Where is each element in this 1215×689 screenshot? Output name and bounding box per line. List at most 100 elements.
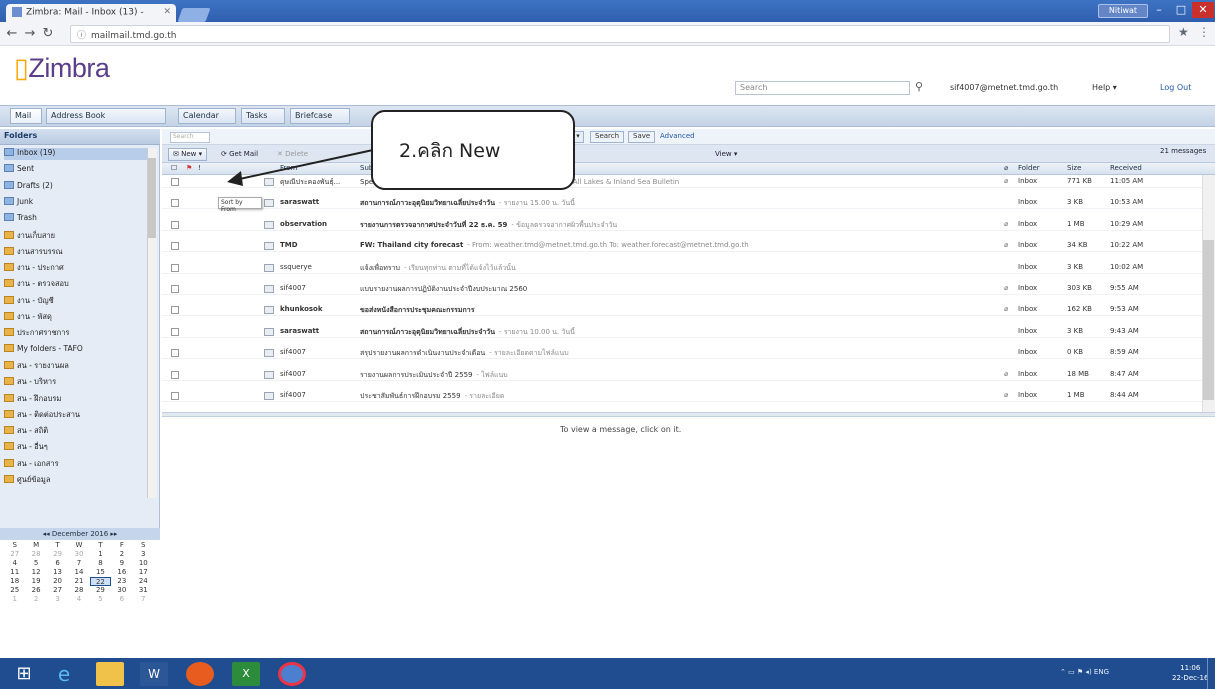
message-row[interactable]: sif4007 แบบรายงานผลการปฏิบัติงานประจำปีงบ… <box>162 283 1202 295</box>
calendar-day[interactable]: 14 <box>68 568 89 577</box>
folder-item[interactable]: ประกาศราชการ <box>4 327 152 339</box>
new-button[interactable]: ✉ New ▾ <box>168 148 208 161</box>
calendar-day[interactable]: 1 <box>4 595 25 604</box>
new-tab-button[interactable] <box>177 8 211 22</box>
calendar-day[interactable]: 6 <box>111 595 132 604</box>
calendar-day[interactable]: 19 <box>25 577 46 586</box>
folder-item[interactable]: Inbox (19) <box>4 148 152 160</box>
folder-item[interactable]: Drafts (2) <box>4 180 152 193</box>
calendar-day[interactable]: 9 <box>111 559 132 568</box>
calendar-day[interactable]: 28 <box>68 586 89 595</box>
row-checkbox[interactable] <box>171 263 179 272</box>
minimize-icon[interactable]: – <box>1148 2 1170 18</box>
priority-column-icon[interactable]: ! <box>198 164 201 172</box>
folder-item[interactable]: Sent <box>4 164 152 176</box>
window-close-icon[interactable]: ✕ <box>1192 2 1214 18</box>
browser-tab[interactable]: Zimbra: Mail - Inbox (13) - ✕ <box>6 4 176 22</box>
tab-mail[interactable]: Mail <box>10 108 42 124</box>
calendar-day[interactable]: 7 <box>68 559 89 568</box>
row-checkbox[interactable] <box>171 370 179 379</box>
folder-item[interactable]: งาน - ประกาศ <box>4 262 152 274</box>
calendar-day[interactable]: 23 <box>111 577 132 586</box>
internet-explorer-icon[interactable]: e <box>50 662 78 686</box>
row-checkbox[interactable] <box>171 242 179 251</box>
attachment-column-icon[interactable]: ⌀ <box>1004 164 1008 172</box>
calendar-day[interactable]: 3 <box>47 595 68 604</box>
browser-menu-icon[interactable]: ⋮ <box>1198 25 1210 39</box>
column-received[interactable]: Received <box>1110 164 1142 172</box>
sidebar-scroll-thumb[interactable] <box>148 158 156 238</box>
tray-arrows-icon[interactable]: ⌃ ▭ ⚑ ◂) <box>1060 668 1092 676</box>
taskbar-clock[interactable]: 11:06 22-Dec-16 <box>1172 663 1208 683</box>
calendar-day[interactable]: 4 <box>68 595 89 604</box>
chrome-icon[interactable] <box>278 662 306 686</box>
folder-item[interactable]: งานเก็บสาย <box>4 230 152 242</box>
language-indicator[interactable]: ENG <box>1094 668 1109 676</box>
row-checkbox[interactable] <box>171 327 179 336</box>
calendar-day[interactable]: 11 <box>4 568 25 577</box>
reload-icon[interactable]: ↻ <box>40 25 56 43</box>
message-row[interactable]: sif4007 สรุปรายงานผลการดำเนินงานประจำเดือ… <box>162 347 1202 360</box>
calendar-day[interactable]: 20 <box>47 577 68 586</box>
reading-pane-divider[interactable] <box>162 412 1215 417</box>
start-button-icon[interactable]: ⊞ <box>10 662 38 686</box>
calendar-day[interactable]: 28 <box>25 550 46 559</box>
save-search-button[interactable]: Save <box>628 131 656 143</box>
message-list-scroll-thumb[interactable] <box>1203 240 1214 400</box>
calendar-day[interactable]: 12 <box>25 568 46 577</box>
row-checkbox[interactable] <box>171 349 179 358</box>
media-player-icon[interactable] <box>186 662 214 686</box>
column-size[interactable]: Size <box>1067 164 1081 172</box>
calendar-day[interactable]: 27 <box>47 586 68 595</box>
folder-item[interactable]: Trash <box>4 213 152 225</box>
calendar-day[interactable]: 2 <box>111 550 132 559</box>
calendar-day[interactable]: 16 <box>111 568 132 577</box>
tab-tasks[interactable]: Tasks <box>241 108 285 124</box>
advanced-search-link[interactable]: Advanced <box>660 132 695 140</box>
message-row[interactable]: sif4007 รายงานผลการประเมินประจำปี 2559- ไ… <box>162 369 1202 381</box>
folder-item[interactable]: งานสารบรรณ <box>4 246 152 258</box>
folder-item[interactable]: งาน - ตรวจสอบ <box>4 278 152 290</box>
row-checkbox[interactable] <box>171 285 179 293</box>
view-button[interactable]: View ▾ <box>710 148 742 161</box>
calendar-day[interactable]: 25 <box>4 586 25 595</box>
address-input[interactable]: ⓘ mailmail.tmd.go.th <box>70 25 1170 43</box>
calendar-day[interactable]: 29 <box>90 586 111 595</box>
calendar-day[interactable]: 29 <box>47 550 68 559</box>
folder-item[interactable]: สน - บริหาร <box>4 376 152 388</box>
folder-item[interactable]: สน - สถิติ <box>4 425 152 437</box>
file-explorer-icon[interactable] <box>96 662 124 686</box>
browser-user-button[interactable]: Nitiwat <box>1098 4 1148 18</box>
calendar-day[interactable]: 27 <box>4 550 25 559</box>
search-button[interactable]: Search <box>590 131 625 143</box>
calendar-day[interactable]: 30 <box>68 550 89 559</box>
row-checkbox[interactable] <box>171 306 179 315</box>
folder-item[interactable]: สน - ฝึกอบรม <box>4 393 152 405</box>
column-folder[interactable]: Folder <box>1018 164 1040 172</box>
back-icon[interactable]: ← <box>4 25 20 43</box>
calendar-day[interactable]: 3 <box>133 550 154 559</box>
folders-heading[interactable]: Folders <box>0 129 160 145</box>
folder-item[interactable]: สน - เอกสาร <box>4 458 152 470</box>
flag-column-icon[interactable]: ⚑ <box>186 164 192 172</box>
logout-link[interactable]: Log Out <box>1160 83 1191 92</box>
message-row[interactable]: TMD FW: Thailand city forecast - From: wea… <box>162 240 1202 253</box>
calendar-day[interactable]: 13 <box>47 568 68 577</box>
calendar-day[interactable]: 31 <box>133 586 154 595</box>
tab-address-book[interactable]: Address Book <box>46 108 166 124</box>
calendar-day[interactable]: 18 <box>4 577 25 586</box>
help-menu[interactable]: Help ▾ <box>1092 83 1117 92</box>
word-icon[interactable]: W <box>140 662 168 686</box>
show-desktop-button[interactable] <box>1207 658 1215 689</box>
tab-calendar[interactable]: Calendar <box>178 108 236 124</box>
message-row[interactable]: khunkosok ขอส่งหนังสือการประชุมคณะกรรมการ… <box>162 304 1202 317</box>
message-row[interactable]: observation รายงานการตรวจอากาศประจำวันที่… <box>162 219 1202 231</box>
quick-search-input[interactable]: Search <box>170 132 210 143</box>
calendar-day[interactable]: 7 <box>133 595 154 604</box>
calendar-day[interactable]: 2 <box>25 595 46 604</box>
folder-item[interactable]: สน - รายงานผล <box>4 360 152 372</box>
calendar-day[interactable]: 22 <box>89 577 112 586</box>
header-search-input[interactable]: Search <box>735 81 910 95</box>
calendar-day[interactable]: 10 <box>133 559 154 568</box>
folder-item[interactable]: งาน - พัสดุ <box>4 311 152 323</box>
